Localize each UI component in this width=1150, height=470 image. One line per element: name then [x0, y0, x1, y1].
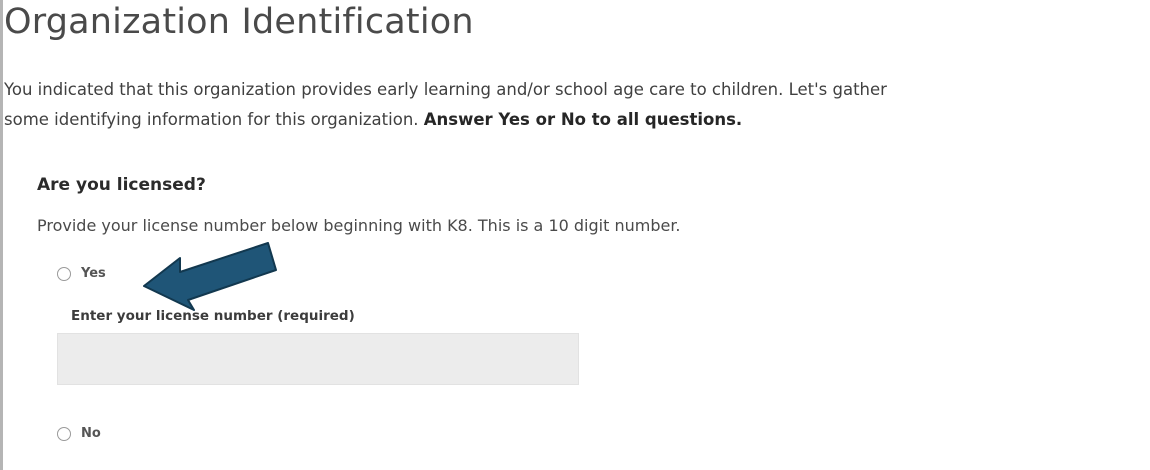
license-help-text: Provide your license number below beginn…	[37, 216, 681, 235]
no-radio-button[interactable]	[57, 426, 71, 441]
yes-radio-option[interactable]: Yes	[57, 266, 106, 281]
callout-arrow-icon	[143, 242, 277, 311]
page-title: Organization Identification	[4, 2, 474, 42]
no-radio-label[interactable]: No	[81, 426, 101, 441]
no-radio-option[interactable]: No	[57, 426, 101, 441]
intro-line-1: You indicated that this organization pro…	[4, 80, 887, 99]
left-border	[0, 0, 3, 470]
intro-line-2-text: some identifying information for this or…	[4, 110, 419, 129]
license-number-label: Enter your license number (required)	[71, 308, 355, 324]
yes-radio-button[interactable]	[57, 266, 71, 281]
intro-line-2: some identifying information for this or…	[4, 105, 1144, 135]
license-number-input[interactable]	[57, 333, 579, 385]
intro-text: You indicated that this organization pro…	[4, 75, 1144, 135]
yes-radio-label[interactable]: Yes	[81, 266, 106, 281]
licensed-question: Are you licensed?	[37, 175, 206, 195]
intro-emphasis: Answer Yes or No to all questions.	[423, 110, 743, 129]
organization-identification-page: Organization Identification You indicate…	[0, 0, 1150, 470]
